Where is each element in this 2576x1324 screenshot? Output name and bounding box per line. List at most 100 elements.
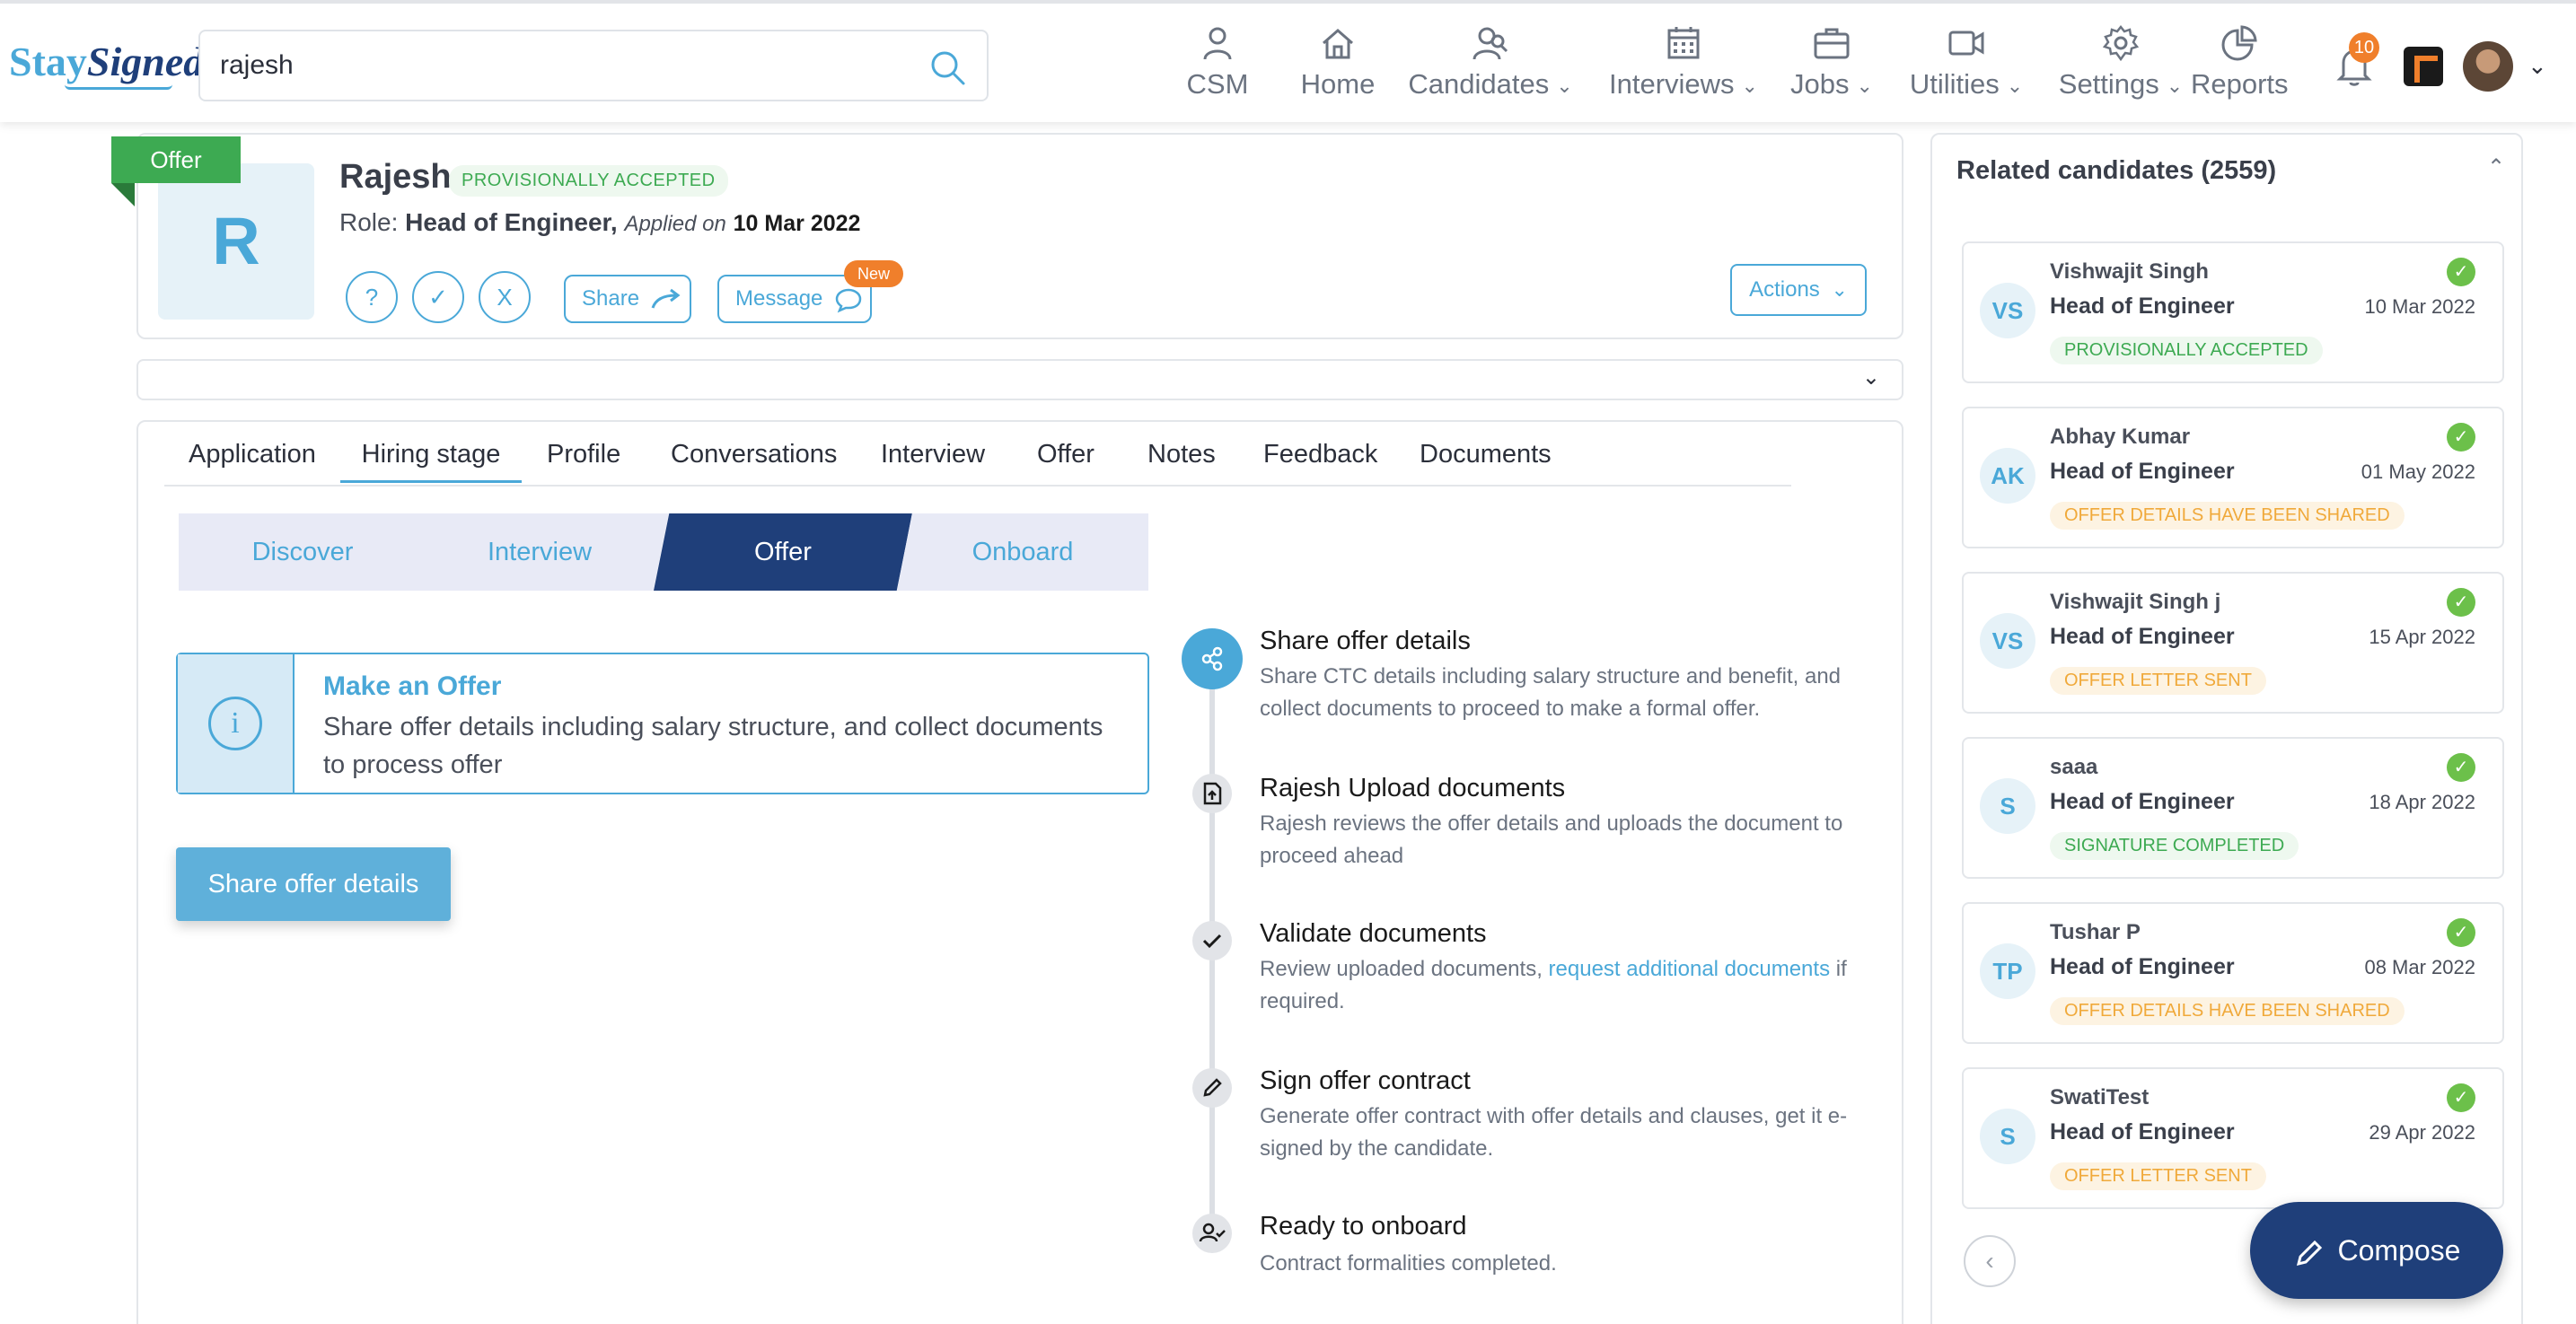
share-button[interactable]: Share — [564, 275, 691, 323]
avatar: TP — [1980, 943, 2035, 999]
previous-page-button[interactable]: ‹ — [1964, 1235, 2016, 1287]
related-candidate-role: Head of Engineer — [2050, 954, 2235, 979]
related-candidate-name: saaa — [2050, 755, 2098, 779]
compose-button[interactable]: Compose — [2250, 1202, 2503, 1299]
share-offer-details-button[interactable]: Share offer details — [176, 847, 451, 921]
avatar: S — [1980, 778, 2035, 834]
request-documents-link[interactable]: request additional documents — [1549, 957, 1831, 981]
applied-label: Applied on — [624, 212, 726, 236]
status-badge: OFFER DETAILS HAVE BEEN SHARED — [2050, 502, 2405, 530]
role-prefix: Role: — [339, 208, 406, 236]
tab-interview[interactable]: Interview — [881, 440, 985, 469]
related-candidates-title: Related candidates (2559) — [1956, 156, 2277, 185]
chevron-down-icon: ⌄ — [1831, 278, 1848, 301]
related-candidate-card[interactable]: TP Tushar P Head of Engineer ✓ 08 Mar 20… — [1962, 902, 2504, 1044]
related-candidate-role: Head of Engineer — [2050, 459, 2235, 484]
status-badge: OFFER LETTER SENT — [2050, 1162, 2266, 1190]
actions-button[interactable]: Actions ⌄ — [1730, 264, 1867, 316]
brand-logo[interactable]: StaySigned — [9, 38, 205, 90]
app-switcher-icon[interactable] — [2404, 47, 2443, 86]
compose-label: Compose — [2337, 1234, 2461, 1267]
nav-jobs-label: Jobs — [1790, 68, 1850, 100]
app-root: StaySigned CSM Home — [0, 0, 2576, 1324]
nav-settings[interactable]: Settings ⌄ — [2058, 23, 2184, 110]
candidate-avatar: R — [158, 163, 314, 320]
stage-offer[interactable]: Offer — [654, 513, 912, 591]
nav-csm[interactable]: CSM — [1185, 23, 1250, 110]
check-circle-icon: ✓ — [2447, 918, 2475, 947]
nav-home[interactable]: Home — [1300, 23, 1376, 110]
stage-onboard[interactable]: Onboard — [897, 513, 1148, 591]
search-input[interactable] — [220, 44, 902, 87]
related-candidate-date: 18 Apr 2022 — [2369, 791, 2475, 813]
nav-settings-label: Settings — [2058, 68, 2159, 100]
tab-conversations[interactable]: Conversations — [671, 440, 837, 469]
candidates-icon — [1473, 27, 1508, 60]
actions-label: Actions — [1749, 277, 1820, 302]
tab-profile[interactable]: Profile — [547, 440, 620, 469]
timeline-desc-2: Rajesh reviews the offer details and upl… — [1260, 811, 1843, 868]
candidate-name: Rajesh — [339, 158, 452, 196]
nav-candidates[interactable]: Candidates ⌄ — [1406, 23, 1575, 110]
nav-jobs[interactable]: Jobs ⌄ — [1787, 23, 1877, 110]
chevron-up-icon[interactable]: ⌃ — [2487, 154, 2505, 180]
question-button[interactable]: ? — [346, 271, 398, 323]
avatar[interactable] — [2463, 41, 2513, 92]
home-icon — [1323, 29, 1353, 59]
tab-application[interactable]: Application — [189, 440, 316, 469]
timeline-desc-3: Review uploaded documents, request addit… — [1260, 953, 1870, 1018]
chat-bubble-icon — [835, 288, 862, 312]
tab-bar: Application Hiring stage Profile Convers… — [164, 434, 1791, 487]
chevron-down-icon: ⌄ — [1861, 365, 1880, 390]
tab-notes[interactable]: Notes — [1147, 440, 1216, 469]
applied-date: 10 Mar 2022 — [733, 211, 861, 236]
related-candidate-role: Head of Engineer — [2050, 789, 2235, 814]
related-candidate-card[interactable]: S saaa Head of Engineer ✓ 18 Apr 2022 SI… — [1962, 737, 2504, 879]
stage-interview[interactable]: Interview — [410, 513, 669, 591]
tab-feedback[interactable]: Feedback — [1263, 440, 1377, 469]
collapse-bar[interactable]: ⌄ — [136, 359, 1903, 400]
related-candidate-role: Head of Engineer — [2050, 1119, 2235, 1144]
status-badge: OFFER LETTER SENT — [2050, 667, 2266, 695]
avatar: S — [1980, 1109, 2035, 1164]
accept-button[interactable]: ✓ — [412, 271, 464, 323]
check-circle-icon: ✓ — [2447, 423, 2475, 452]
check-circle-icon: ✓ — [2447, 588, 2475, 617]
logo-swoosh — [65, 84, 172, 90]
nav-reports[interactable]: Reports — [2191, 23, 2289, 110]
related-candidate-card[interactable]: AK Abhay Kumar Head of Engineer ✓ 01 May… — [1962, 407, 2504, 548]
nav-interviews[interactable]: Interviews ⌄ — [1602, 23, 1765, 110]
video-icon — [1948, 31, 1984, 56]
nav-candidates-label: Candidates — [1408, 68, 1550, 100]
timeline-desc-1: Share CTC details including salary struc… — [1260, 664, 1842, 721]
avatar: AK — [1980, 448, 2035, 504]
status-badge: PROVISIONALLY ACCEPTED — [2050, 337, 2323, 364]
related-candidate-date: 15 Apr 2022 — [2369, 626, 2475, 648]
chevron-down-icon: ⌄ — [2006, 74, 2024, 97]
logo-part2: Signed — [86, 39, 205, 84]
candidate-role-line: Role: Head of Engineer, Applied on 10 Ma… — [339, 208, 860, 237]
related-candidate-card[interactable]: S SwatiTest Head of Engineer ✓ 29 Apr 20… — [1962, 1067, 2504, 1209]
related-candidate-name: SwatiTest — [2050, 1085, 2150, 1109]
timeline-desc-4: Generate offer contract with offer detai… — [1260, 1104, 1848, 1161]
make-offer-text: Share offer details including salary str… — [323, 713, 1103, 779]
chevron-down-icon[interactable]: ⌄ — [2528, 52, 2547, 80]
nav-utilities[interactable]: Utilities ⌄ — [1903, 23, 2029, 110]
related-candidate-card[interactable]: VS Vishwajit Singh j Head of Engineer ✓ … — [1962, 572, 2504, 714]
search-icon[interactable] — [928, 48, 967, 87]
reject-button[interactable]: X — [479, 271, 531, 323]
logo-part1: Stay — [9, 39, 87, 84]
check-circle-icon: ✓ — [2447, 1083, 2475, 1112]
tab-hiring-stage[interactable]: Hiring stage — [340, 440, 522, 483]
nav-reports-label: Reports — [2191, 68, 2289, 100]
tab-offer[interactable]: Offer — [1037, 440, 1095, 469]
timeline-desc-3-before: Review uploaded documents, — [1260, 957, 1549, 981]
nav-csm-label: CSM — [1186, 68, 1249, 100]
check-icon — [1202, 934, 1222, 949]
stage-discover[interactable]: Discover — [179, 513, 426, 591]
timeline-title-4: Sign offer contract — [1260, 1066, 1471, 1095]
related-candidate-card[interactable]: VS Vishwajit Singh Head of Engineer ✓ 10… — [1962, 241, 2504, 383]
tab-documents[interactable]: Documents — [1420, 440, 1552, 469]
gear-icon — [2102, 24, 2140, 62]
nav-interviews-label: Interviews — [1609, 68, 1735, 100]
